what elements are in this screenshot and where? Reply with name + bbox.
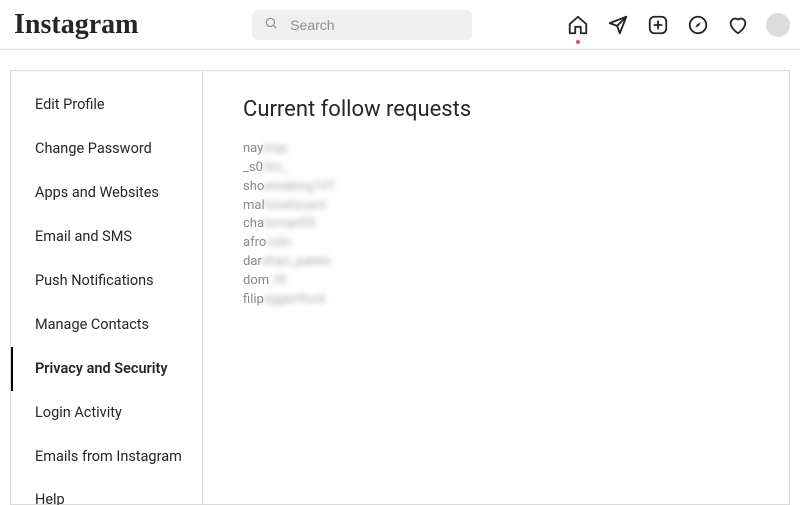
- instagram-logo[interactable]: Instagram: [14, 9, 138, 41]
- username-redacted: _fit: [269, 272, 286, 291]
- username-redacted: eggertford: [264, 291, 325, 310]
- sidebar-item-help[interactable]: Help: [11, 478, 202, 505]
- username-redacted: colo: [266, 234, 291, 253]
- search-input[interactable]: [288, 16, 460, 34]
- follow-request-item: chatsman05: [243, 215, 749, 234]
- sidebar-item-label: Email and SMS: [35, 228, 132, 245]
- username-redacted: shan_patels: [262, 253, 331, 272]
- sidebar-item-label: Emails from Instagram: [35, 448, 182, 465]
- settings-page: Edit Profile Change Password Apps and We…: [0, 50, 800, 505]
- sidebar-item-emails-instagram[interactable]: Emails from Instagram: [11, 435, 202, 479]
- sidebar-item-label: Apps and Websites: [35, 184, 159, 201]
- username-visible: sho: [243, 178, 264, 197]
- search-icon: [264, 15, 278, 34]
- sidebar-item-label: Privacy and Security: [35, 360, 168, 377]
- follow-request-item: afrocolo: [243, 234, 749, 253]
- sidebar-item-change-password[interactable]: Change Password: [11, 127, 202, 171]
- settings-sidebar: Edit Profile Change Password Apps and We…: [11, 71, 203, 504]
- search-box[interactable]: [252, 10, 472, 40]
- follow-request-item: filipeggertford: [243, 291, 749, 310]
- sidebar-item-label: Change Password: [35, 140, 152, 157]
- sidebar-item-label: Manage Contacts: [35, 316, 149, 333]
- sidebar-item-privacy-security[interactable]: Privacy and Security: [11, 347, 202, 391]
- username-visible: filip: [243, 291, 264, 310]
- sidebar-item-label: Edit Profile: [35, 96, 105, 113]
- messenger-icon[interactable]: [606, 13, 630, 37]
- username-visible: dar: [243, 253, 262, 272]
- username-visible: nay: [243, 140, 263, 159]
- username-redacted: rlm_: [263, 159, 288, 178]
- follow-request-item: naymac: [243, 140, 749, 159]
- activity-heart-icon[interactable]: [726, 13, 750, 37]
- sidebar-item-label: Help: [35, 491, 65, 505]
- settings-content: Current follow requests naymac _s0rlm_ s…: [203, 71, 789, 504]
- sidebar-item-edit-profile[interactable]: Edit Profile: [11, 83, 202, 127]
- sidebar-item-email-sms[interactable]: Email and SMS: [11, 215, 202, 259]
- username-redacted: emaking101: [264, 178, 336, 197]
- username-visible: afro: [243, 234, 266, 253]
- sidebar-item-apps-websites[interactable]: Apps and Websites: [11, 171, 202, 215]
- top-bar: Instagram: [0, 0, 800, 50]
- username-redacted: tsman05: [264, 215, 315, 234]
- username-redacted: tonetscent: [265, 197, 327, 216]
- sidebar-item-label: Push Notifications: [35, 272, 154, 289]
- new-post-icon[interactable]: [646, 13, 670, 37]
- sidebar-item-label: Login Activity: [35, 404, 122, 421]
- home-icon[interactable]: [566, 13, 590, 37]
- follow-request-item: shoemaking101: [243, 178, 749, 197]
- sidebar-item-login-activity[interactable]: Login Activity: [11, 391, 202, 435]
- username-visible: mal: [243, 197, 265, 216]
- follow-request-item: darshan_patels: [243, 253, 749, 272]
- follow-request-item: _s0rlm_: [243, 159, 749, 178]
- explore-icon[interactable]: [686, 13, 710, 37]
- username-visible: cha: [243, 215, 264, 234]
- username-visible: _s0: [243, 159, 263, 178]
- username-redacted: mac: [263, 140, 288, 159]
- sidebar-item-manage-contacts[interactable]: Manage Contacts: [11, 303, 202, 347]
- search-container: [252, 10, 472, 40]
- nav-icons: [566, 13, 790, 37]
- settings-panel: Edit Profile Change Password Apps and We…: [10, 70, 790, 505]
- username-visible: dom: [243, 272, 269, 291]
- page-title: Current follow requests: [243, 97, 749, 122]
- follow-request-item: maltonetscent: [243, 197, 749, 216]
- sidebar-item-push-notifications[interactable]: Push Notifications: [11, 259, 202, 303]
- profile-avatar[interactable]: [766, 13, 790, 37]
- follow-requests-list: naymac _s0rlm_ shoemaking101 maltonetsce…: [243, 140, 749, 310]
- follow-request-item: dom_fit: [243, 272, 749, 291]
